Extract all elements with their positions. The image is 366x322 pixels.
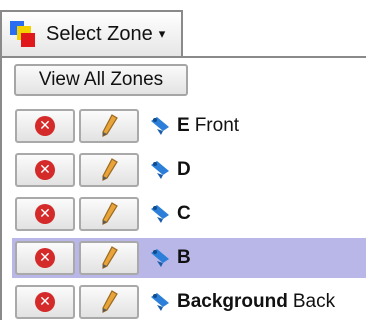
pencil-icon: [102, 246, 118, 269]
pencil-icon: [102, 202, 118, 225]
zone-pin-icon: [151, 293, 169, 311]
zone-row: ✕ Background Back: [12, 282, 366, 322]
select-zone-label: Select Zone: [46, 22, 153, 45]
zone-pin-icon: [151, 117, 169, 135]
delete-zone-button[interactable]: ✕: [15, 241, 75, 275]
zone-pin-icon: [151, 249, 169, 267]
delete-icon: ✕: [35, 292, 55, 312]
pencil-icon: [102, 290, 118, 313]
edit-zone-button[interactable]: [79, 285, 139, 319]
chevron-down-icon: ▾: [158, 26, 166, 41]
delete-icon: ✕: [35, 204, 55, 224]
select-zone-button[interactable]: Select Zone ▾: [0, 10, 183, 56]
zone-description: Front: [194, 115, 240, 136]
zone-row-selected[interactable]: ✕ B: [12, 238, 366, 278]
edit-zone-button[interactable]: [79, 241, 139, 275]
zone-pin-icon: [151, 161, 169, 179]
edit-zone-button[interactable]: [79, 197, 139, 231]
zone-name: B: [177, 247, 191, 268]
zone-description: Back: [292, 291, 336, 312]
delete-zone-button[interactable]: ✕: [15, 197, 75, 231]
delete-icon: ✕: [35, 160, 55, 180]
delete-zone-button[interactable]: ✕: [15, 109, 75, 143]
delete-zone-button[interactable]: ✕: [15, 285, 75, 319]
zone-name: E: [177, 115, 190, 136]
zone-row: ✕ E Front: [12, 106, 366, 146]
zone-name: C: [177, 203, 191, 224]
pencil-icon: [102, 158, 118, 181]
zone-row: ✕ D: [12, 150, 366, 190]
zone-pin-icon: [151, 205, 169, 223]
zone-name: Background: [177, 291, 288, 312]
zone-row: ✕ C: [12, 194, 366, 234]
edit-zone-button[interactable]: [79, 109, 139, 143]
view-all-zones-button[interactable]: View All Zones: [14, 64, 188, 96]
edit-zone-button[interactable]: [79, 153, 139, 187]
delete-icon: ✕: [35, 248, 55, 268]
pencil-icon: [102, 114, 118, 137]
delete-icon: ✕: [35, 116, 55, 136]
zone-dropdown-panel: View All Zones ✕ E Front ✕ D ✕ C ✕ B ✕ B…: [0, 56, 366, 320]
zones-icon: [10, 21, 36, 47]
zone-name: D: [177, 159, 191, 180]
delete-zone-button[interactable]: ✕: [15, 153, 75, 187]
